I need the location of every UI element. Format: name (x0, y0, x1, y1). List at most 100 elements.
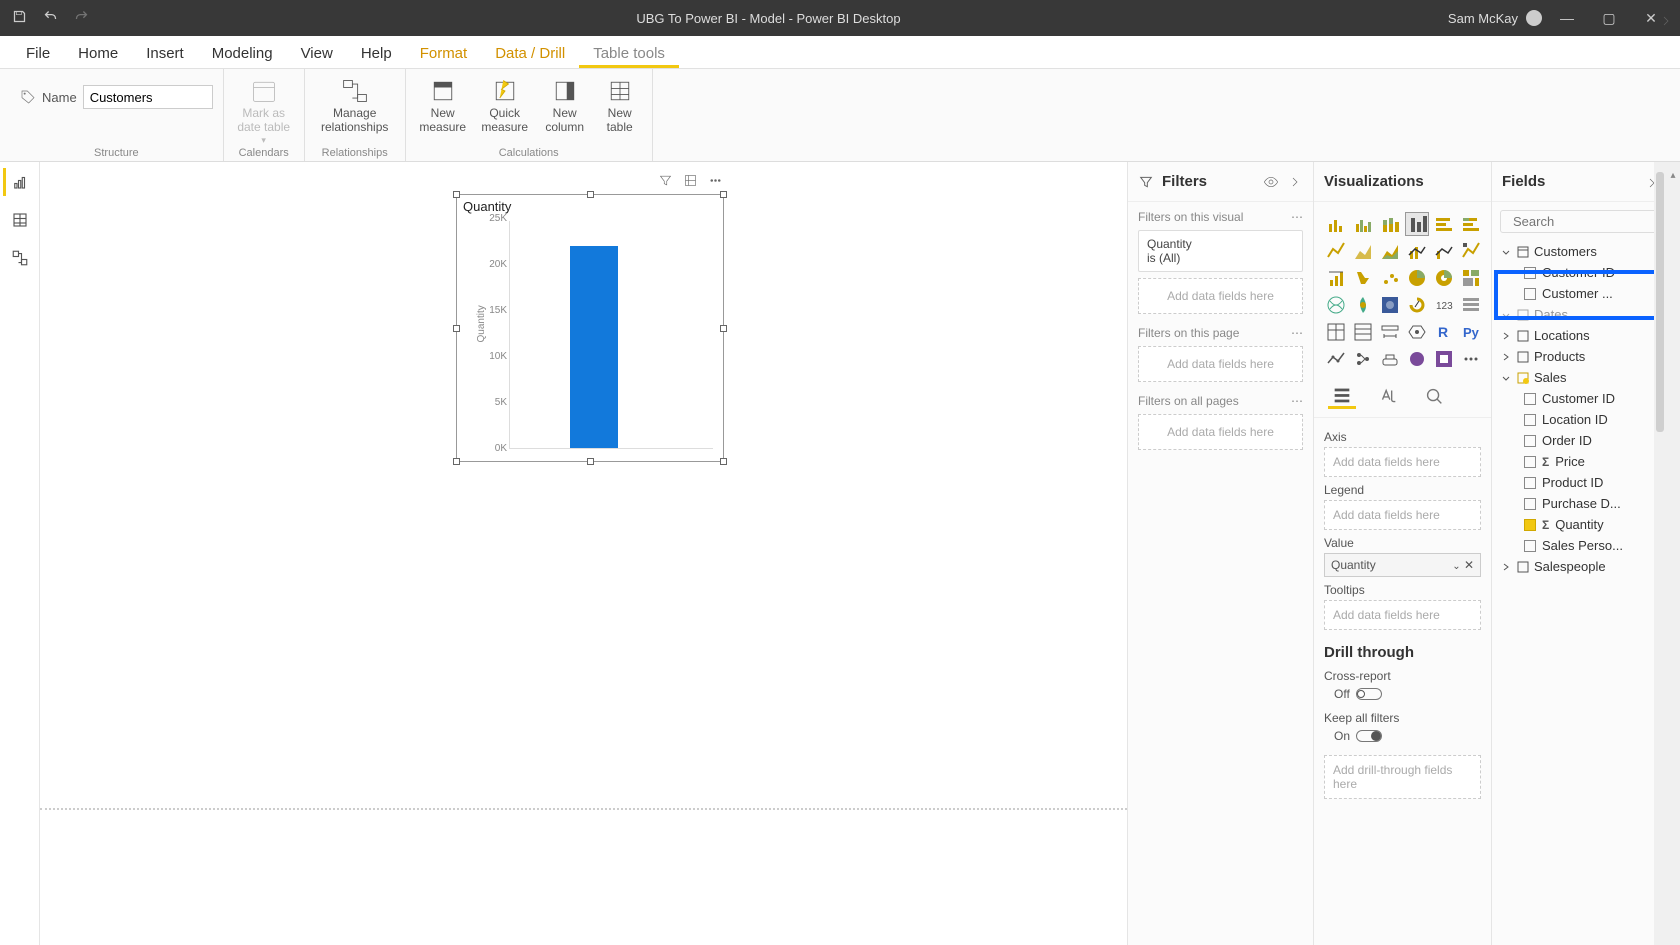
report-canvas[interactable]: Quantity Quantity 0K5K10K15K20K25K (40, 162, 1127, 945)
save-icon[interactable] (12, 9, 27, 27)
table-dates[interactable]: Dates (1498, 304, 1660, 325)
viz-type-26[interactable] (1378, 320, 1402, 344)
add-visual-filter-drop[interactable]: Add data fields here (1138, 278, 1303, 314)
drill-drop[interactable]: Add drill-through fields here (1324, 755, 1481, 799)
new-column-button[interactable]: New column (540, 75, 590, 135)
format-tab-icon[interactable] (1374, 383, 1402, 409)
focus-icon[interactable] (683, 173, 698, 193)
viz-type-23[interactable] (1459, 293, 1483, 317)
viz-type-31[interactable] (1351, 347, 1375, 371)
cross-report-toggle[interactable] (1356, 688, 1382, 700)
field-s-price[interactable]: ΣPrice (1498, 451, 1660, 472)
viz-type-12[interactable] (1324, 266, 1348, 290)
menu-datadrill[interactable]: Data / Drill (481, 39, 579, 68)
field-s-order-id[interactable]: Order ID (1498, 430, 1660, 451)
viz-type-15[interactable] (1405, 266, 1429, 290)
value-quantity-chip[interactable]: Quantity ⌄ ✕ (1324, 553, 1481, 577)
field-customer-id[interactable]: Customer ID (1498, 262, 1660, 283)
viz-type-13[interactable] (1351, 266, 1375, 290)
viz-type-29[interactable]: Py (1459, 320, 1483, 344)
quick-measure-button[interactable]: Quick measure (478, 75, 532, 135)
tooltips-drop[interactable]: Add data fields here (1324, 600, 1481, 630)
viz-type-19[interactable] (1351, 293, 1375, 317)
user-avatar-icon[interactable] (1526, 10, 1542, 26)
viz-type-32[interactable] (1378, 347, 1402, 371)
table-products[interactable]: Products (1498, 346, 1660, 367)
legend-drop[interactable]: Add data fields here (1324, 500, 1481, 530)
analytics-tab-icon[interactable] (1420, 383, 1448, 409)
field-s-product-id[interactable]: Product ID (1498, 472, 1660, 493)
field-s-customer-id[interactable]: Customer ID (1498, 388, 1660, 409)
viz-type-17[interactable] (1459, 266, 1483, 290)
viz-type-24[interactable] (1324, 320, 1348, 344)
new-table-button[interactable]: New table (598, 75, 642, 135)
menu-help[interactable]: Help (347, 39, 406, 68)
mark-date-table-button[interactable]: Mark as date table▾ (234, 75, 294, 145)
chevron-down-icon[interactable]: ⌄ (1452, 561, 1460, 572)
report-view-button[interactable] (3, 168, 31, 196)
table-sales[interactable]: Sales (1498, 367, 1660, 388)
viz-type-3[interactable] (1405, 212, 1429, 236)
field-s-quantity[interactable]: ΣQuantity (1498, 514, 1660, 535)
undo-icon[interactable] (43, 9, 58, 27)
filter-card-quantity[interactable]: Quantity is (All) (1138, 230, 1303, 272)
viz-type-11[interactable] (1459, 239, 1483, 263)
table-name-input[interactable] (83, 85, 213, 109)
fields-tab-icon[interactable] (1328, 383, 1356, 409)
redo-icon[interactable] (74, 9, 89, 27)
viz-type-10[interactable] (1432, 239, 1456, 263)
viz-type-0[interactable] (1324, 212, 1348, 236)
manage-relationships-button[interactable]: Manage relationships (315, 75, 395, 135)
table-locations[interactable]: Locations (1498, 325, 1660, 346)
collapse-icon[interactable] (1287, 174, 1303, 190)
viz-type-22[interactable]: 123 (1432, 293, 1456, 317)
chart-visual[interactable]: Quantity Quantity 0K5K10K15K20K25K (456, 194, 724, 462)
field-customer-name[interactable]: Customer ... (1498, 283, 1660, 304)
fields-search[interactable] (1500, 210, 1658, 233)
eye-icon[interactable] (1263, 174, 1279, 190)
menu-insert[interactable]: Insert (132, 39, 198, 68)
field-s-location-id[interactable]: Location ID (1498, 409, 1660, 430)
viz-type-2[interactable] (1378, 212, 1402, 236)
add-page-filter-drop[interactable]: Add data fields here (1138, 346, 1303, 382)
viz-type-8[interactable] (1378, 239, 1402, 263)
viz-type-6[interactable] (1324, 239, 1348, 263)
viz-type-27[interactable] (1405, 320, 1429, 344)
collapse-icon[interactable] (1658, 13, 1674, 29)
viz-type-9[interactable] (1405, 239, 1429, 263)
viz-type-30[interactable] (1324, 347, 1348, 371)
user-name[interactable]: Sam McKay (1448, 11, 1518, 26)
remove-icon[interactable]: ✕ (1464, 558, 1474, 572)
viz-type-14[interactable] (1378, 266, 1402, 290)
viz-type-20[interactable] (1378, 293, 1402, 317)
viz-type-33[interactable] (1405, 347, 1429, 371)
page-scrollbar[interactable]: ▴ (1666, 162, 1680, 945)
viz-type-16[interactable] (1432, 266, 1456, 290)
viz-type-21[interactable] (1405, 293, 1429, 317)
minimize-button[interactable]: — (1550, 10, 1584, 26)
viz-type-1[interactable] (1351, 212, 1375, 236)
table-salespeople[interactable]: Salespeople (1498, 556, 1660, 577)
keep-filters-toggle[interactable] (1356, 730, 1382, 742)
add-all-filter-drop[interactable]: Add data fields here (1138, 414, 1303, 450)
field-s-purchase-date[interactable]: Purchase D... (1498, 493, 1660, 514)
menu-modeling[interactable]: Modeling (198, 39, 287, 68)
viz-type-34[interactable] (1432, 347, 1456, 371)
menu-home[interactable]: Home (64, 39, 132, 68)
axis-drop[interactable]: Add data fields here (1324, 447, 1481, 477)
fields-scrollbar[interactable] (1654, 162, 1666, 945)
viz-type-25[interactable] (1351, 320, 1375, 344)
menu-file[interactable]: File (12, 39, 64, 68)
data-view-button[interactable] (6, 206, 34, 234)
menu-tabletools[interactable]: Table tools (579, 39, 679, 68)
viz-type-7[interactable] (1351, 239, 1375, 263)
menu-view[interactable]: View (287, 39, 347, 68)
new-measure-button[interactable]: New measure (416, 75, 470, 135)
filter-icon[interactable] (658, 173, 673, 193)
viz-type-5[interactable] (1459, 212, 1483, 236)
viz-type-28[interactable]: R (1432, 320, 1456, 344)
model-view-button[interactable] (6, 244, 34, 272)
bar-0[interactable] (570, 246, 618, 448)
viz-type-35[interactable] (1459, 347, 1483, 371)
menu-format[interactable]: Format (406, 39, 482, 68)
